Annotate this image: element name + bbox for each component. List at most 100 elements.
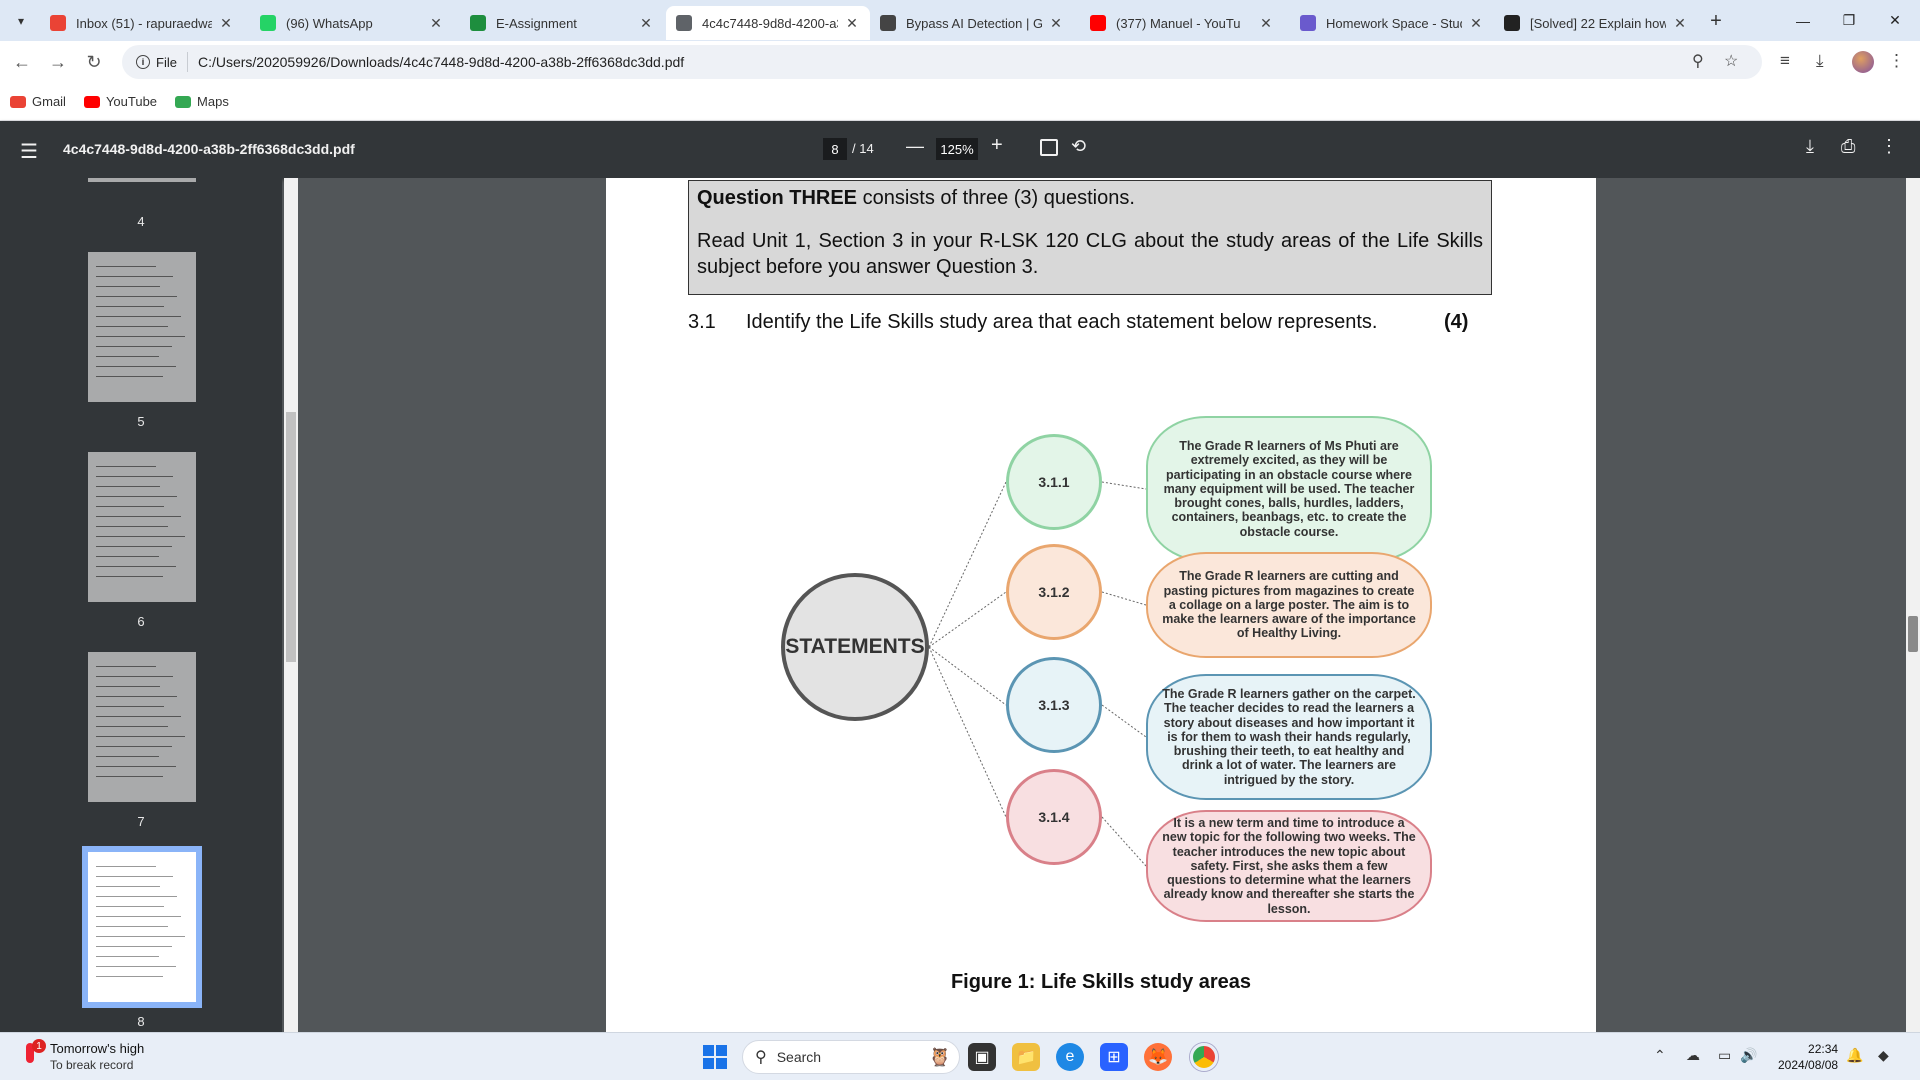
pdf-more-icon[interactable]: ⋮ [1880,136,1898,157]
page-thumbnail[interactable] [88,652,196,802]
restore-icon[interactable]: ❐ [1826,0,1872,41]
chrome-icon[interactable] [1190,1043,1218,1071]
address-bar[interactable]: i File C:/Users/202059926/Downloads/4c4c… [122,45,1762,79]
forward-arrow-icon[interactable]: → [44,49,72,75]
diagram-connectors [928,481,1147,867]
connector-line [1101,816,1147,867]
pdf-download-icon[interactable]: ⤓ [1806,136,1814,157]
search-placeholder: Search [776,1049,822,1065]
statement-number-circle: 3.1.2 [1006,544,1102,640]
tab-close-icon[interactable]: ✕ [428,15,444,32]
edge-icon[interactable]: e [1056,1043,1084,1071]
network-icon[interactable]: ▭ [1718,1047,1731,1064]
file-explorer-icon[interactable]: 📁 [1012,1043,1040,1071]
onedrive-icon[interactable]: ☁ [1686,1047,1700,1064]
browser-tab[interactable]: Inbox (51) - rapuraedward ✕ [40,6,244,40]
close-window-icon[interactable]: ✕ [1872,0,1918,41]
pdf-toolbar: ☰ 4c4c7448-9d8d-4200-a38b-2ff6368dc3dd.p… [0,121,1920,178]
task-view-icon[interactable]: ▣ [968,1043,996,1071]
url-text[interactable]: C:/Users/202059926/Downloads/4c4c7448-9d… [198,54,684,70]
tab-title: [Solved] 22 Explain how y [1530,15,1666,31]
bookmark-favicon-icon [175,95,192,108]
bookmark-star-icon[interactable]: ☆ [1724,51,1738,71]
zoom-magnifier-icon[interactable]: ⚲ [1692,51,1704,71]
connector-line [928,646,1007,818]
browser-tab[interactable]: E-Assignment ✕ [460,6,664,40]
new-tab-button[interactable]: + [1703,8,1729,34]
rotate-icon[interactable]: ⟲ [1071,136,1086,157]
print-icon[interactable]: ⎙ [1841,136,1855,157]
bookmark-item[interactable]: YouTube [83,94,158,109]
weather-title: Tomorrow's high [50,1041,145,1056]
tab-close-icon[interactable]: ✕ [1258,15,1274,32]
weather-badge: 1 [32,1039,46,1053]
info-icon: i [136,55,150,69]
taskbar-search[interactable]: ⚲ Search 🦉 [742,1040,960,1074]
page-number-input[interactable]: 8 [823,138,847,160]
browser-toolbar: ← → ↻ i File C:/Users/202059926/Download… [0,41,1920,83]
zoom-level-input[interactable]: 125% [936,138,978,160]
tab-title: (377) Manuel - YouTu [1116,15,1241,31]
page-thumbnail[interactable] [88,178,196,182]
tab-close-icon[interactable]: ✕ [1468,15,1484,32]
bookmark-item[interactable]: Maps [175,94,229,109]
bookmark-label: Maps [197,94,229,109]
tray-chevron-icon[interactable]: ⌃ [1654,1047,1666,1064]
windows-start-icon[interactable] [703,1045,727,1069]
document-scrollbar[interactable] [1906,178,1920,1032]
site-info-chip[interactable]: i File [130,52,188,72]
minimize-icon[interactable]: — [1780,0,1826,41]
pdf-page: Question THREE consists of three (3) que… [606,178,1596,1032]
statement-bubble: The Grade R learners are cutting and pas… [1146,552,1432,658]
connector-line [1101,481,1147,490]
zoom-out-icon[interactable]: — [906,136,924,157]
bookmark-favicon-icon [10,95,26,108]
tab-title: 4c4c7448-9d8d-4200-a38 [702,15,838,31]
tab-title: Inbox (51) - rapuraedward [76,15,212,31]
sidebar-scroll-thumb[interactable] [286,412,296,662]
firefox-icon[interactable]: 🦊 [1144,1043,1172,1071]
store-icon[interactable]: ⊞ [1100,1043,1128,1071]
page-thumbnail[interactable] [88,252,196,402]
sidebar-menu-icon[interactable]: ☰ [20,139,38,164]
page-thumbnail[interactable] [82,846,202,1008]
site-info-label: File [156,54,177,70]
tab-search-chevron-icon[interactable]: ▾ [8,8,34,34]
browser-tab[interactable]: (377) Manuel - YouTu ✕ [1080,6,1284,40]
connector-line [928,591,1007,648]
bookmark-item[interactable]: Gmail [10,94,66,109]
browser-tab[interactable]: Homework Space - Study ✕ [1290,6,1494,40]
profile-avatar[interactable] [1852,51,1874,73]
reload-icon[interactable]: ↻ [80,49,108,75]
page-thumbnail[interactable] [88,452,196,602]
whatsapp-icon [260,15,276,31]
tab-close-icon[interactable]: ✕ [218,15,234,32]
system-clock[interactable]: 22:34 2024/08/08 [1778,1041,1838,1073]
document-scroll-thumb[interactable] [1908,616,1918,652]
fit-page-icon[interactable] [1040,139,1058,156]
browser-tab[interactable]: [Solved] 22 Explain how y ✕ [1494,6,1698,40]
browser-tab[interactable]: (96) WhatsApp ✕ [250,6,454,40]
tab-close-icon[interactable]: ✕ [844,15,860,32]
weather-widget[interactable]: 1 Tomorrow's high To break record [20,1039,145,1072]
bookmark-label: YouTube [105,94,158,109]
pdf-file-name: 4c4c7448-9d8d-4200-a38b-2ff6368dc3dd.pdf [63,141,355,157]
figure-caption: Figure 1: Life Skills study areas [950,971,1252,993]
volume-icon[interactable]: 🔊 [1740,1047,1757,1064]
tab-close-icon[interactable]: ✕ [638,15,654,32]
clock-time: 22:34 [1808,1042,1839,1056]
tab-close-icon[interactable]: ✕ [1048,15,1064,32]
media-queue-icon[interactable]: ≡ [1780,51,1790,71]
tab-close-icon[interactable]: ✕ [1672,15,1688,32]
search-icon: ⚲ [755,1049,767,1066]
zoom-in-icon[interactable]: + [991,134,1003,157]
browser-tab[interactable]: 4c4c7448-9d8d-4200-a38 ✕ [666,6,870,40]
thumbnail-page-number: 8 [137,1014,145,1029]
back-arrow-icon[interactable]: ← [8,49,36,75]
download-icon[interactable]: ⤓ [1816,51,1824,71]
copilot-icon[interactable]: ◆ [1878,1047,1889,1064]
youtube-icon [1090,15,1106,31]
notification-bell-icon[interactable]: 🔔 [1846,1047,1863,1064]
browser-tab[interactable]: Bypass AI Detection | Get ✕ [870,6,1074,40]
more-menu-icon[interactable]: ⋮ [1888,51,1905,71]
